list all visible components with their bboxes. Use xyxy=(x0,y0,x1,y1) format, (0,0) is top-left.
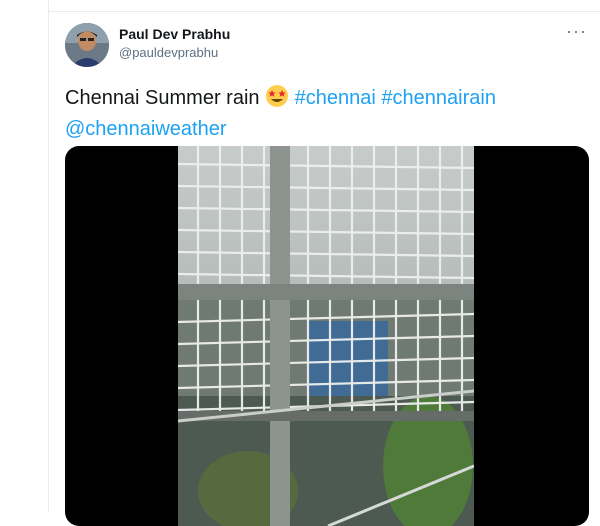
video-frame xyxy=(178,146,474,526)
more-options-button[interactable]: ··· xyxy=(566,21,587,42)
divider xyxy=(49,11,600,12)
tweet-card: Paul Dev Prabhu @pauldevprabhu ··· Chenn… xyxy=(48,0,600,526)
author-name[interactable]: Paul Dev Prabhu xyxy=(119,26,230,42)
video-scene xyxy=(178,146,474,526)
star-struck-icon xyxy=(265,84,289,116)
hashtag-chennairain[interactable]: #chennairain xyxy=(381,87,496,109)
tweet-text: Chennai Summer rain #chennai #chennairai… xyxy=(65,84,585,143)
mention-chennaiweather[interactable]: @chennaiweather xyxy=(65,118,227,140)
hashtag-chennai[interactable]: #chennai xyxy=(295,87,376,109)
tweet-body: Chennai Summer rain xyxy=(65,87,260,109)
avatar-image xyxy=(65,23,109,67)
video-player[interactable] xyxy=(65,146,589,526)
author-handle[interactable]: @pauldevprabhu xyxy=(119,45,218,60)
avatar[interactable] xyxy=(65,23,109,67)
